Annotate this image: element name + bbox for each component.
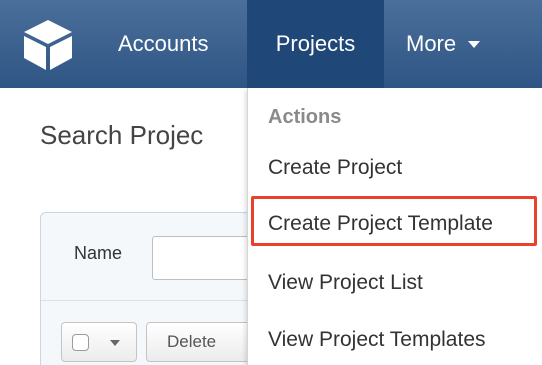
select-all-dropdown[interactable]	[61, 322, 137, 362]
checkbox-icon[interactable]	[72, 334, 89, 351]
menu-item-view-project-list[interactable]: View Project List	[268, 271, 423, 295]
nav-projects-label: Projects	[275, 31, 356, 56]
nav-accounts[interactable]: Accounts	[118, 0, 209, 88]
cube-logo-icon[interactable]	[20, 16, 76, 72]
menu-item-create-project-template[interactable]: Create Project Template	[268, 212, 493, 236]
caret-down-icon	[468, 40, 481, 48]
name-filter-label: Name	[74, 243, 123, 263]
nav-projects[interactable]: Projects	[247, 0, 384, 88]
delete-button[interactable]: Delete	[146, 322, 256, 362]
chevron-down-icon	[110, 340, 120, 346]
projects-dropdown-menu: Actions Create Project Create Project Te…	[247, 88, 542, 365]
top-navbar: Accounts Projects More	[0, 0, 542, 88]
menu-item-create-project[interactable]: Create Project	[268, 156, 402, 180]
menu-item-view-project-templates[interactable]: View Project Templates	[268, 328, 486, 352]
menu-header-actions: Actions	[268, 106, 342, 128]
nav-accounts-label: Accounts	[118, 31, 209, 56]
nav-more[interactable]: More	[406, 0, 481, 88]
nav-more-label: More	[406, 31, 457, 56]
page-title: Search Projec	[40, 120, 204, 150]
